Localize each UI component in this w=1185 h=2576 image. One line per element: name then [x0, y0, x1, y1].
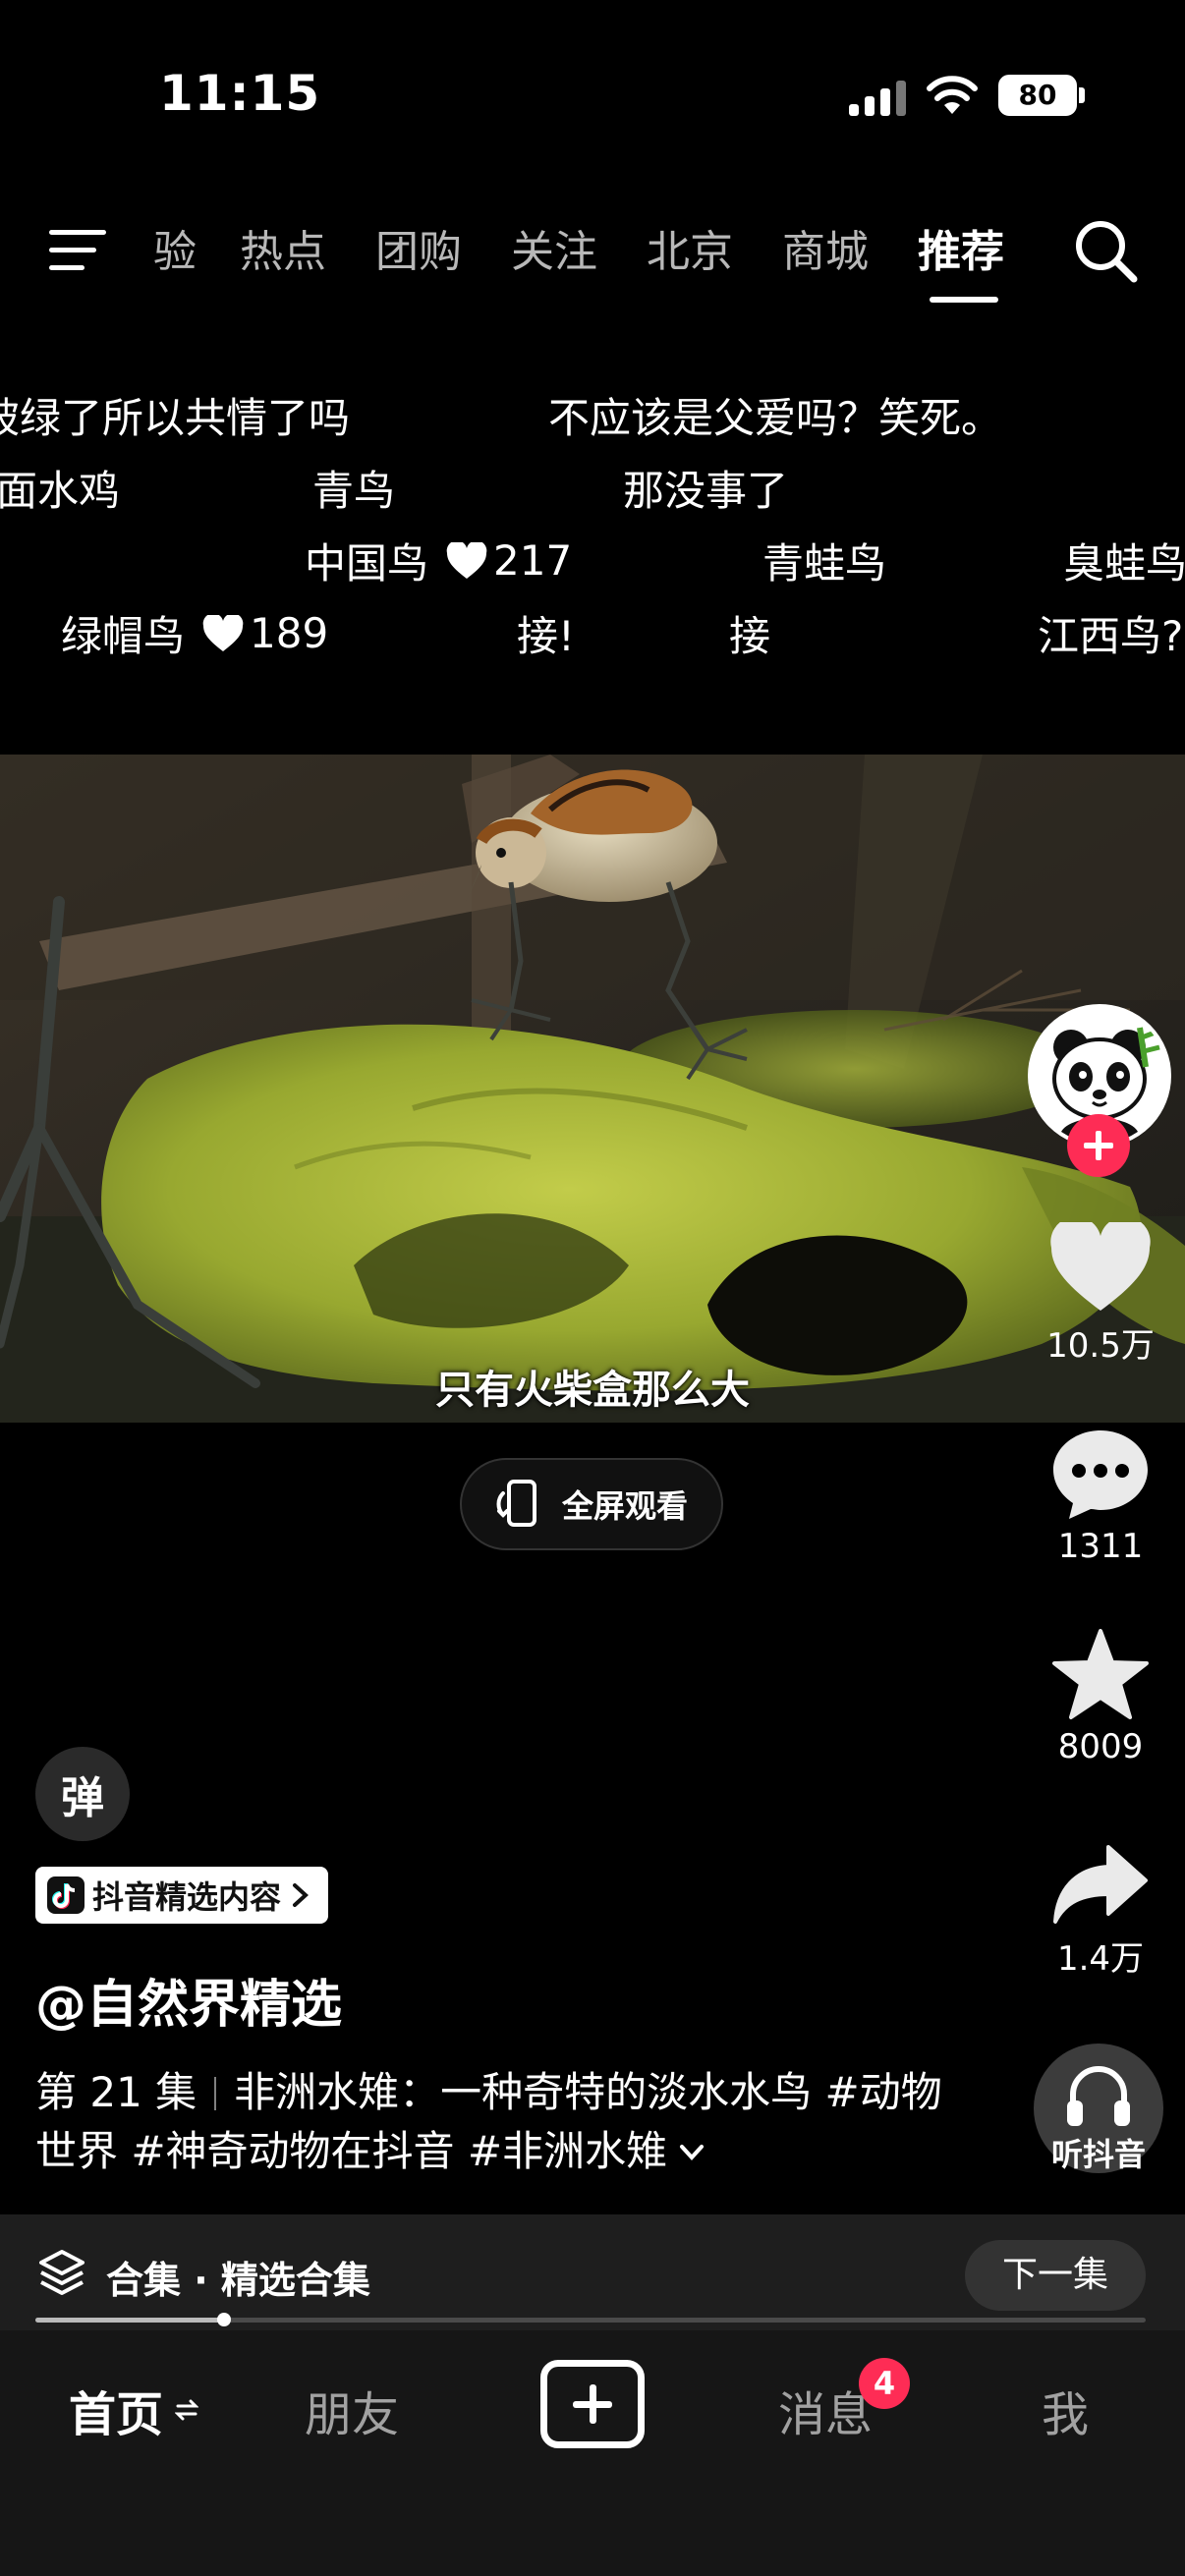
listen-label: 听抖音 [1050, 2136, 1146, 2173]
star-icon[interactable] [1051, 1629, 1150, 1721]
video-subtitle: 只有火柴盒那么大 [435, 1368, 750, 1413]
danmaku-item: 江西鸟? [1038, 612, 1184, 660]
battery-tip [1079, 87, 1085, 103]
danmaku-item: 接 [729, 612, 771, 660]
create-button[interactable] [540, 2360, 645, 2448]
collection-bar[interactable]: 合集 · 精选合集 下一集 [0, 2214, 1185, 2330]
battery-level: 80 [1018, 79, 1057, 111]
author-name[interactable]: @自然界精选 [35, 1963, 342, 2037]
danmaku-like-count: 217 [493, 536, 573, 585]
layers-icon [39, 2250, 85, 2295]
danmaku-item: 那没事了 [623, 467, 789, 515]
chevron-right-icon [293, 1883, 309, 1907]
danmaku-item: 青鸟 [312, 467, 396, 515]
tab-group-buy[interactable]: 团购 [375, 216, 462, 279]
headphones-icon [1067, 2066, 1130, 2126]
video-frame-image [0, 755, 1185, 1423]
follow-button[interactable] [1067, 1114, 1130, 1177]
tab-following[interactable]: 关注 [511, 216, 597, 279]
share-count: 1.4万 [1056, 1939, 1145, 1979]
menu-icon[interactable] [49, 224, 112, 275]
tab-partial[interactable]: 验 [153, 216, 197, 279]
comment-count: 1311 [1057, 1527, 1144, 1566]
favorite-count: 8009 [1057, 1727, 1144, 1766]
heart-icon[interactable] [1049, 1222, 1152, 1313]
progress-handle[interactable] [217, 2313, 232, 2326]
swap-icon[interactable] [175, 2397, 198, 2423]
source-badge[interactable]: 抖音精选内容 [35, 1867, 329, 1924]
share-icon[interactable] [1051, 1843, 1150, 1926]
status-bar: 11:15 80 [0, 0, 1185, 167]
danmaku-item-liked: 中国鸟 217 [305, 531, 572, 590]
next-episode-button[interactable]: 下一集 [965, 2240, 1146, 2311]
comment-action: 1311 [1022, 1427, 1179, 1566]
danmaku-item-liked: 绿帽鸟 189 [61, 603, 328, 663]
fullscreen-button[interactable]: 全屏观看 [460, 1458, 723, 1550]
danmaku-layer: 被绿了所以共情了吗 不应该是父爱吗？笑死。 面水鸡 青鸟 那没事了 中国鸟 21… [0, 373, 1185, 688]
collection-label[interactable]: 合集 · 精选合集 [106, 2250, 370, 2304]
tab-mall[interactable]: 商城 [782, 216, 869, 279]
danmaku-item: 面水鸡 [0, 467, 121, 515]
video-player[interactable] [0, 755, 1185, 1423]
active-tab-indicator [930, 297, 998, 303]
danmaku-like-count: 189 [250, 609, 329, 657]
progress-fill [35, 2318, 225, 2323]
battery-icon: 80 [998, 75, 1077, 116]
episode-divider [214, 2077, 217, 2110]
danmaku-item: 接! [517, 612, 575, 660]
danmaku-item: 被绿了所以共情了吗 [0, 394, 351, 442]
douyin-logo-icon [47, 1876, 85, 1914]
video-description: 第 21 集非洲水雉：一种奇特的淡水水鸟 #动物世界 #神奇动物在抖音 #非洲水… [35, 2063, 979, 2181]
rotate-screen-icon [496, 1480, 536, 1527]
like-action: 10.5万 [1022, 1222, 1179, 1367]
wifi-icon [927, 76, 978, 114]
heart-icon [202, 614, 244, 651]
message-badge: 4 [859, 2358, 910, 2409]
episode-number: 第 21 集 [35, 2068, 198, 2116]
danmaku-text: 中国鸟 [305, 539, 429, 588]
tab-recommend[interactable]: 推荐 [918, 216, 1004, 279]
comment-icon[interactable] [1049, 1427, 1152, 1521]
video-progress-bar[interactable] [35, 2313, 1146, 2326]
chevron-down-icon[interactable] [677, 2142, 706, 2163]
tab-home[interactable]: 首页 [69, 2376, 163, 2444]
share-action: 1.4万 [1022, 1843, 1179, 1980]
danmaku-text: 绿帽鸟 [61, 612, 186, 660]
fullscreen-label: 全屏观看 [562, 1487, 689, 1525]
tab-hot[interactable]: 热点 [240, 216, 326, 279]
tab-me[interactable]: 我 [1042, 2376, 1089, 2444]
like-count: 10.5万 [1046, 1326, 1155, 1366]
danmaku-item: 臭蛙鸟 [1063, 539, 1185, 588]
bottom-tab-bar: 首页 朋友 消息 4 我 [0, 2330, 1185, 2576]
top-nav: 验 热点 团购 关注 北京 商城 推荐 [0, 187, 1185, 314]
danmaku-item: 青蛙鸟 [762, 539, 887, 588]
danmaku-toggle-button[interactable]: 弹 [35, 1747, 130, 1841]
signal-icon [849, 81, 906, 116]
favorite-action: 8009 [1022, 1629, 1179, 1766]
tab-friends[interactable]: 朋友 [305, 2376, 399, 2444]
danmaku-item: 不应该是父爱吗？笑死。 [548, 394, 1003, 442]
source-badge-label: 抖音精选内容 [92, 1878, 282, 1916]
status-time: 11:15 [159, 65, 321, 122]
tab-beijing[interactable]: 北京 [647, 216, 733, 279]
heart-icon [446, 541, 487, 579]
search-icon[interactable] [1073, 218, 1138, 283]
